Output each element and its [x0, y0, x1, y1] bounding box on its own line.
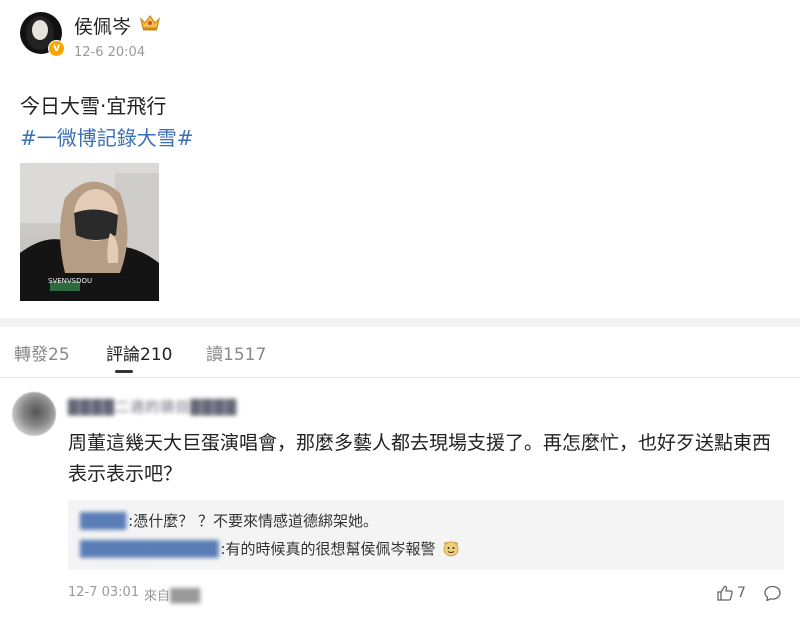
photo-shirt-text: SVENVSDOU: [48, 277, 92, 285]
reply-box[interactable]: ████:憑什麼？ ？不要來情感道德綁架她。 ████████████:有的時候…: [68, 500, 784, 570]
tab-reads[interactable]: 讀1517: [206, 340, 266, 365]
comment-icon[interactable]: [763, 584, 782, 603]
reply-username[interactable]: ████: [80, 512, 126, 530]
source-prefix: 來自: [144, 589, 171, 604]
reply-username[interactable]: ████████████: [80, 540, 218, 558]
comment-source: 來自███: [144, 585, 200, 604]
tabs-divider: [0, 377, 800, 378]
source-name: ███: [170, 589, 201, 604]
reply-item[interactable]: ████:憑什麼？ ？不要來情感道德綁架她。: [80, 510, 378, 531]
poster-username[interactable]: 侯佩岑: [74, 12, 131, 39]
reply-item[interactable]: ████████████:有的時候真的很想幫侯佩岑報警: [80, 538, 460, 559]
verified-badge-icon: V: [48, 40, 65, 57]
tab-comments[interactable]: 評論210: [106, 340, 172, 365]
post-timestamp: 12-6 20:04: [74, 45, 146, 60]
like-count: 7: [737, 585, 746, 601]
emoji-icon: [443, 541, 459, 557]
tab-reposts[interactable]: 轉發25: [14, 340, 70, 365]
crown-icon: [139, 14, 161, 31]
active-tab-indicator: [115, 370, 133, 373]
post-text: 今日大雪·宜飛行: [20, 94, 167, 118]
reply-text: :憑什麼？ ？不要來情感道德綁架她。: [128, 512, 378, 530]
reply-text: :有的時候真的很想幫侯佩岑報警: [220, 540, 436, 558]
post-photo-image: SVENVSDOU: [20, 163, 159, 301]
section-divider: [0, 318, 800, 327]
like-icon[interactable]: [716, 584, 734, 602]
comment-text: 周董這幾天大巨蛋演唱會，那麼多藝人都去現場支援了。再怎麼忙，也好歹送點東西表示表…: [68, 432, 772, 485]
commenter-username[interactable]: ████二週的頭目████: [68, 397, 237, 417]
post-photo[interactable]: SVENVSDOU: [20, 163, 159, 301]
comment-timestamp: 12-7 03:01: [68, 585, 140, 600]
post-hashtag-link[interactable]: #一微博記錄大雪#: [20, 122, 194, 151]
commenter-avatar[interactable]: [12, 392, 56, 436]
